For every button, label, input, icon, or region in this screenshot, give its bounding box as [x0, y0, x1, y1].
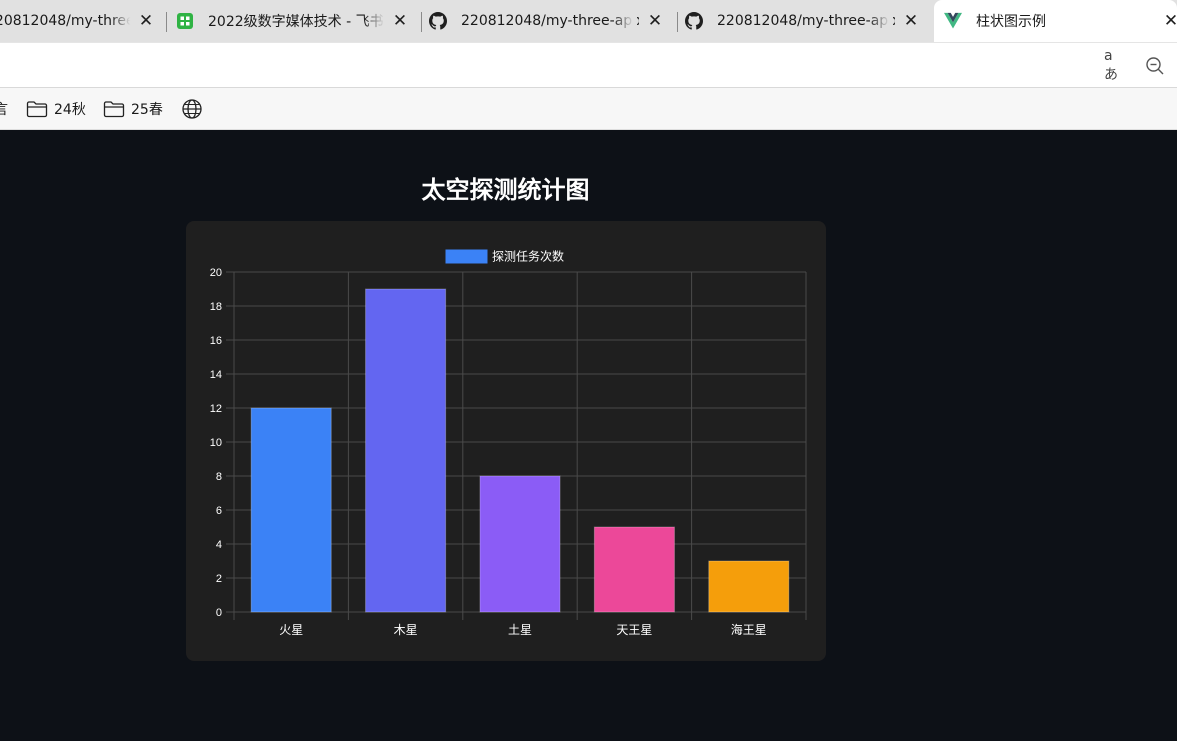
tab-strip: 220812048/my-three-app5 ✕ 2022级数字媒体技术 - …	[0, 0, 1177, 42]
x-tick-label: 海王星	[731, 622, 767, 637]
bar-1	[250, 407, 332, 613]
tab-feishu-sheet[interactable]: 2022级数字媒体技术 - 飞书 ✕	[168, 4, 420, 38]
globe-icon	[182, 99, 202, 119]
y-tick-label: 20	[210, 267, 222, 279]
tab-my-three-app4[interactable]: 220812048/my-three-app4 ✕	[679, 4, 931, 38]
close-tab-icon[interactable]: ✕	[645, 11, 665, 31]
tab-my-three-app5-2[interactable]: 220812048/my-three-app5 ✕	[423, 4, 675, 38]
bookmark-label: 24秋	[54, 102, 86, 118]
legend-label: 探测任务次数	[492, 249, 564, 264]
tab-separator	[677, 12, 678, 32]
y-axis: 0 2 4 6 8 10 12 14 16 18 20	[210, 267, 222, 619]
chart-legend[interactable]: 探测任务次数	[445, 249, 564, 264]
bookmark-globe[interactable]	[181, 88, 209, 130]
bar-4	[593, 526, 675, 613]
zoom-out-icon[interactable]	[1144, 55, 1166, 77]
chart-card: 0 2 4 6 8 10 12 14 16 18 20 火星 木星 土星 天王星 海王星 探测任务次数	[186, 221, 826, 661]
vue-icon	[944, 12, 962, 30]
read-aloud-icon[interactable]: aあ	[1104, 48, 1126, 83]
y-tick-label: 8	[216, 471, 222, 483]
x-tick-label: 土星	[508, 623, 532, 637]
tab-fade	[110, 4, 134, 38]
folder-icon	[26, 101, 48, 118]
tab-fade	[613, 4, 637, 38]
tab-separator	[421, 12, 422, 32]
x-tick-label: 天王星	[616, 623, 652, 637]
bookmark-label: 25春	[131, 102, 163, 118]
page-content: 太空探测统计图 0 2 4 6 8 10 12 14 16 18 20 火星 木星 土星 天王星 海王星 探…	[0, 130, 1177, 741]
bar-2	[365, 288, 447, 613]
spreadsheet-icon	[176, 12, 194, 30]
page-title: 太空探测统计图	[421, 176, 590, 204]
tab-my-three-app5-1[interactable]: 220812048/my-three-app5 ✕	[0, 4, 166, 38]
bar-chart: 0 2 4 6 8 10 12 14 16 18 20 火星 木星 土星 天王星 海王星 探测任务次数	[210, 249, 807, 637]
github-icon	[685, 12, 703, 30]
close-tab-icon[interactable]: ✕	[390, 11, 410, 31]
bookmark-item[interactable]: 言	[0, 88, 8, 130]
bookmark-label: 言	[0, 102, 8, 118]
y-tick-label: 0	[216, 607, 222, 619]
y-tick-label: 18	[210, 301, 222, 313]
close-tab-icon[interactable]: ✕	[901, 11, 921, 31]
bar-5	[708, 560, 790, 613]
x-tick-label: 木星	[394, 623, 418, 637]
y-tick-label: 16	[210, 335, 222, 347]
tab-separator	[166, 12, 167, 32]
chart-bars	[250, 288, 790, 613]
x-axis: 火星 木星 土星 天王星 海王星	[279, 622, 767, 637]
y-tick-label: 10	[210, 437, 222, 449]
bookmark-folder-25-spring[interactable]: 25春	[103, 88, 163, 130]
y-tick-label: 4	[216, 539, 222, 551]
close-tab-icon[interactable]: ✕	[136, 11, 156, 31]
address-bar[interactable]: aあ	[0, 42, 1177, 88]
y-tick-label: 2	[216, 573, 222, 585]
close-tab-icon[interactable]: ✕	[1161, 11, 1177, 31]
legend-swatch	[445, 249, 488, 264]
y-tick-label: 6	[216, 505, 222, 517]
y-tick-label: 14	[210, 369, 222, 381]
x-tick-label: 火星	[279, 623, 303, 637]
tab-bar-chart-example[interactable]: 柱状图示例 ✕	[934, 0, 1177, 42]
tab-fade	[364, 4, 388, 38]
folder-icon	[103, 101, 125, 118]
tab-label: 柱状图示例	[976, 14, 1046, 30]
tab-fade	[869, 4, 893, 38]
y-tick-label: 12	[210, 403, 222, 415]
bookmarks-bar: 言 24秋 25春	[0, 88, 1177, 130]
github-icon	[429, 12, 447, 30]
bookmark-folder-24-autumn[interactable]: 24秋	[26, 88, 86, 130]
bar-3	[479, 475, 561, 613]
